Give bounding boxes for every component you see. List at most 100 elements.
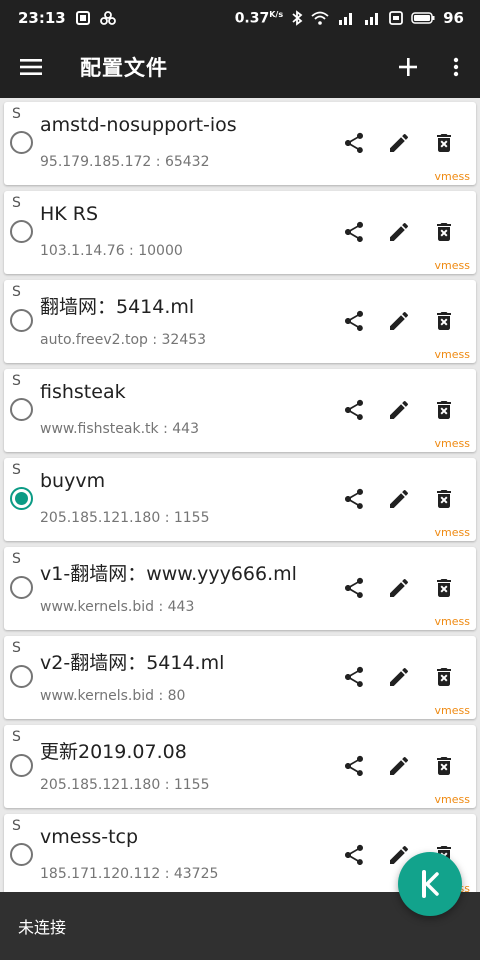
server-name: buyvm [40,470,106,492]
share-button[interactable] [337,749,371,783]
protocol-type: vmess [434,793,470,806]
share-button[interactable] [337,660,371,694]
delete-button[interactable] [427,126,461,160]
edit-button[interactable] [382,482,416,516]
server-name: 翻墙网：5414.ml [40,296,195,318]
select-radio[interactable] [10,487,33,510]
share-icon [345,755,363,776]
server-address: 205.185.121.180 : 1155 [40,510,210,526]
delete-icon [437,134,451,152]
share-icon [345,666,363,687]
battery-level: 96 [443,9,464,27]
share-button[interactable] [337,126,371,160]
app-notification-icon [99,10,116,26]
status-bar: 23:13 0.37K/s 96 [0,0,480,36]
server-card[interactable]: S 翻墙网：5414.ml auto.freev2.top : 32453 vm… [4,280,476,363]
server-card[interactable]: S v2-翻墙网：5414.ml www.kernels.bid : 80 vm… [4,636,476,719]
select-radio[interactable] [10,754,33,777]
delete-button[interactable] [427,660,461,694]
edit-button[interactable] [382,571,416,605]
delete-button[interactable] [427,482,461,516]
delete-icon [437,490,451,508]
edit-button[interactable] [382,660,416,694]
edit-button[interactable] [382,126,416,160]
share-icon [345,577,363,598]
server-name: v2-翻墙网：5414.ml [40,652,225,674]
server-card[interactable]: S 更新2019.07.08 205.185.121.180 : 1155 vm… [4,725,476,808]
server-address: www.kernels.bid : 80 [40,688,186,704]
connect-toggle-icon [422,870,439,898]
share-button[interactable] [337,304,371,338]
delete-button[interactable] [427,393,461,427]
connect-fab[interactable] [398,852,462,916]
share-icon [345,399,363,420]
share-button[interactable] [337,393,371,427]
select-radio[interactable] [10,309,33,332]
share-icon [345,221,363,242]
server-card[interactable]: S v1-翻墙网：www.yyy666.ml www.kernels.bid :… [4,547,476,630]
select-radio[interactable] [10,576,33,599]
share-icon [345,844,363,865]
app-bar: 配置文件 [0,36,480,98]
server-card[interactable]: S buyvm 205.185.121.180 : 1155 vmess [4,458,476,541]
share-button[interactable] [337,482,371,516]
add-icon [399,58,417,76]
select-radio[interactable] [10,131,33,154]
server-card[interactable]: S amstd-nosupport-ios 95.179.185.172 : 6… [4,102,476,185]
delete-button[interactable] [427,749,461,783]
signal-icon-2 [363,11,381,25]
server-name: HK RS [40,203,99,225]
menu-button[interactable] [0,36,62,98]
select-radio[interactable] [10,843,33,866]
edit-button[interactable] [382,215,416,249]
menu-icon [20,59,42,75]
delete-button[interactable] [427,215,461,249]
server-address: 205.185.121.180 : 1155 [40,777,210,793]
protocol-type: vmess [434,259,470,272]
server-list[interactable]: S amstd-nosupport-ios 95.179.185.172 : 6… [0,98,480,892]
edit-button[interactable] [382,304,416,338]
delete-button[interactable] [427,304,461,338]
server-tag: S [12,729,21,745]
edit-icon [390,222,409,241]
more-options-button[interactable] [432,36,480,98]
server-name: v1-翻墙网：www.yyy666.ml [40,563,297,585]
delete-icon [437,668,451,686]
share-button[interactable] [337,215,371,249]
battery-icon [411,12,435,24]
select-radio[interactable] [10,665,33,688]
share-icon [345,132,363,153]
connection-status-text: 未连接 [18,918,67,937]
server-card[interactable]: S HK RS 103.1.14.76 : 10000 vmess [4,191,476,274]
share-button[interactable] [337,571,371,605]
delete-icon [437,223,451,241]
edit-button[interactable] [382,393,416,427]
server-tag: S [12,551,21,567]
server-tag: S [12,640,21,656]
delete-button[interactable] [427,571,461,605]
notification-icon [75,11,90,25]
delete-icon [437,757,451,775]
share-button[interactable] [337,838,371,872]
server-name: vmess-tcp [40,826,139,848]
network-speed: 0.37K/s [234,9,284,27]
add-button[interactable] [384,36,432,98]
more-vert-icon [453,57,459,77]
server-tag: S [12,462,21,478]
bluetooth-icon [291,10,303,26]
edit-icon [390,578,409,597]
server-card[interactable]: S fishsteak www.fishsteak.tk : 443 vmess [4,369,476,452]
server-name: 更新2019.07.08 [40,741,187,763]
server-address: www.kernels.bid : 443 [40,599,195,615]
share-icon [345,310,363,331]
edit-icon [390,667,409,686]
select-radio[interactable] [10,220,33,243]
server-address: 185.171.120.112 : 43725 [40,866,219,882]
server-tag: S [12,818,21,834]
protocol-type: vmess [434,348,470,361]
hd-icon [389,11,404,25]
select-radio[interactable] [10,398,33,421]
delete-icon [437,312,451,330]
edit-button[interactable] [382,749,416,783]
server-address: www.fishsteak.tk : 443 [40,421,199,437]
